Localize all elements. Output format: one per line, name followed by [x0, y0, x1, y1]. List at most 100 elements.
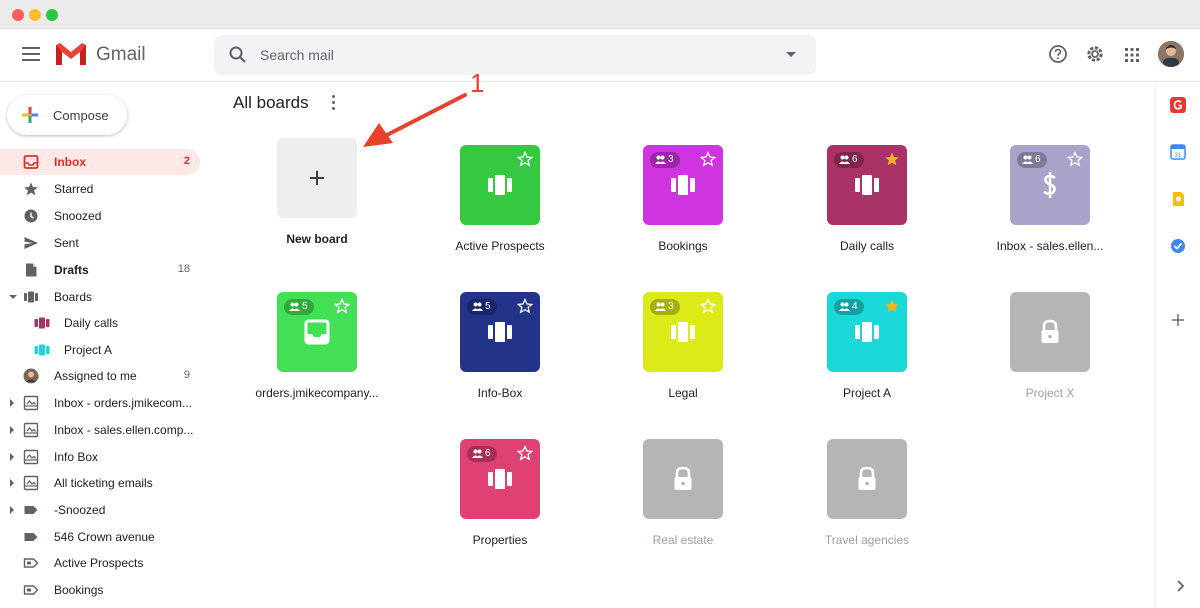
sidebar-item-inbox[interactable]: Inbox 2 — [0, 149, 200, 175]
board-icon — [488, 469, 512, 489]
expand-arrow-icon[interactable] — [10, 453, 14, 461]
board-label: Project X — [1025, 386, 1075, 400]
help-icon[interactable] — [1048, 44, 1068, 64]
lock-icon — [674, 466, 692, 490]
people-icon — [472, 302, 483, 311]
sidebar-item-snoozed-label[interactable]: -Snoozed — [0, 497, 200, 523]
board-tile[interactable]: 6 — [827, 145, 907, 225]
board-tile[interactable]: 6 — [1010, 145, 1090, 225]
board-tile[interactable] — [1010, 292, 1090, 372]
sidebar-item-assigned-to-me[interactable]: Assigned to me 9 — [0, 363, 200, 389]
sidebar-item-crown-avenue[interactable]: 546 Crown avenue — [0, 524, 200, 550]
sidebar-item-bookings[interactable]: Bookings — [0, 577, 200, 603]
sidebar-item-label: Drafts — [54, 263, 89, 277]
shared-inbox-icon — [23, 449, 39, 465]
board-label: Project A — [842, 386, 892, 400]
compose-label: Compose — [53, 108, 109, 123]
board-tile[interactable] — [643, 439, 723, 519]
board-tile[interactable]: 5 — [277, 292, 357, 372]
expand-arrow-icon[interactable] — [10, 399, 14, 407]
inbox-icon — [23, 155, 39, 169]
sidebar-item-starred[interactable]: Starred — [0, 176, 200, 202]
board-label: Bookings — [658, 239, 708, 253]
expand-arrow-icon[interactable] — [10, 479, 14, 487]
board-tile[interactable]: 3 — [643, 292, 723, 372]
board-icon — [34, 317, 50, 329]
unread-count: 2 — [183, 155, 190, 167]
clock-icon — [24, 209, 38, 223]
people-icon — [472, 449, 483, 458]
label-icon — [24, 506, 38, 514]
maximize-window-button[interactable] — [46, 9, 58, 21]
search-icon[interactable] — [228, 45, 248, 65]
board-icon — [671, 175, 695, 195]
apps-grid-icon[interactable] — [1124, 47, 1140, 63]
board-label-icon — [23, 585, 39, 595]
people-icon — [655, 302, 666, 311]
board-tile[interactable]: 4 — [827, 292, 907, 372]
sidebar-item-drafts[interactable]: Drafts 18 — [0, 257, 200, 283]
settings-gear-icon[interactable] — [1085, 44, 1105, 64]
sidebar-item-label: Info Box — [54, 450, 99, 464]
member-count: 5 — [485, 301, 491, 312]
annotation-arrow-icon — [363, 93, 467, 147]
minimize-window-button[interactable] — [29, 9, 41, 21]
page-title: All boards — [233, 93, 309, 112]
sidebar-item-inbox-sales[interactable]: Inbox - sales.ellen.comp... — [0, 417, 200, 443]
sidebar-item-boards[interactable]: Boards — [0, 284, 200, 310]
sidebar-item-label: Inbox — [54, 155, 86, 169]
main-menu-icon[interactable] — [22, 47, 40, 61]
sidebar-item-active-prospects[interactable]: Active Prospects — [0, 550, 200, 576]
sidebar-item-label: Assigned to me — [54, 369, 137, 383]
keep-addon-icon[interactable] — [1170, 191, 1186, 207]
sidebar-item-daily-calls[interactable]: Daily calls — [0, 310, 200, 336]
sidebar-item-label: All ticketing emails — [54, 476, 153, 490]
add-addon-icon[interactable] — [1170, 312, 1186, 328]
board-label: orders.jmikecompany... — [255, 386, 379, 400]
tasks-addon-icon[interactable] — [1170, 238, 1186, 254]
search-input[interactable]: Search mail — [260, 47, 334, 63]
sidebar-item-all-ticketing[interactable]: All ticketing emails — [0, 470, 200, 496]
search-box[interactable]: Search mail — [214, 35, 816, 75]
compose-button[interactable]: Compose — [7, 95, 127, 135]
sidebar-item-label: Active Prospects — [54, 556, 144, 570]
board-tile[interactable]: 5 — [460, 292, 540, 372]
draft-count: 18 — [177, 263, 190, 275]
calendar-addon-icon[interactable]: 31 — [1170, 144, 1186, 160]
sidebar-item-project-a[interactable]: Project A — [0, 337, 200, 363]
member-count: 4 — [852, 301, 858, 312]
sidebar-item-info-box[interactable]: Info Box — [0, 444, 200, 470]
member-count: 6 — [852, 154, 858, 165]
sidebar-item-label: Daily calls — [64, 316, 119, 330]
plus-icon — [310, 171, 324, 185]
search-options-icon[interactable] — [786, 52, 796, 57]
expand-arrow-icon[interactable] — [10, 426, 14, 434]
chevron-right-icon[interactable] — [1172, 578, 1188, 594]
account-avatar[interactable] — [1158, 41, 1184, 67]
label-icon — [24, 533, 38, 541]
sidebar-item-label: Sent — [54, 236, 79, 250]
board-tile[interactable]: 3 — [643, 145, 723, 225]
board-icon — [855, 175, 879, 195]
star-icon — [24, 182, 38, 196]
collapse-arrow-icon[interactable] — [9, 295, 17, 299]
gmelius-addon-icon[interactable] — [1170, 97, 1186, 113]
board-tile[interactable] — [460, 145, 540, 225]
board-icon — [488, 322, 512, 342]
board-icon — [34, 344, 50, 356]
board-tile[interactable]: 6 — [460, 439, 540, 519]
board-tile[interactable] — [827, 439, 907, 519]
board-label: Info-Box — [477, 386, 523, 400]
close-window-button[interactable] — [12, 9, 24, 21]
people-icon — [289, 302, 300, 311]
svg-text:31: 31 — [1175, 153, 1182, 159]
sidebar-item-sent[interactable]: Sent — [0, 230, 200, 256]
sidebar-item-inbox-orders[interactable]: Inbox - orders.jmikecom... — [0, 390, 200, 416]
sidebar-item-label: -Snoozed — [54, 503, 106, 517]
sidebar-item-label: Bookings — [54, 583, 104, 597]
sidebar-item-snoozed[interactable]: Snoozed — [0, 203, 200, 229]
expand-arrow-icon[interactable] — [10, 506, 14, 514]
new-board-button[interactable] — [277, 138, 357, 218]
app-name: Gmail — [96, 44, 146, 65]
more-options-icon[interactable] — [332, 95, 336, 113]
